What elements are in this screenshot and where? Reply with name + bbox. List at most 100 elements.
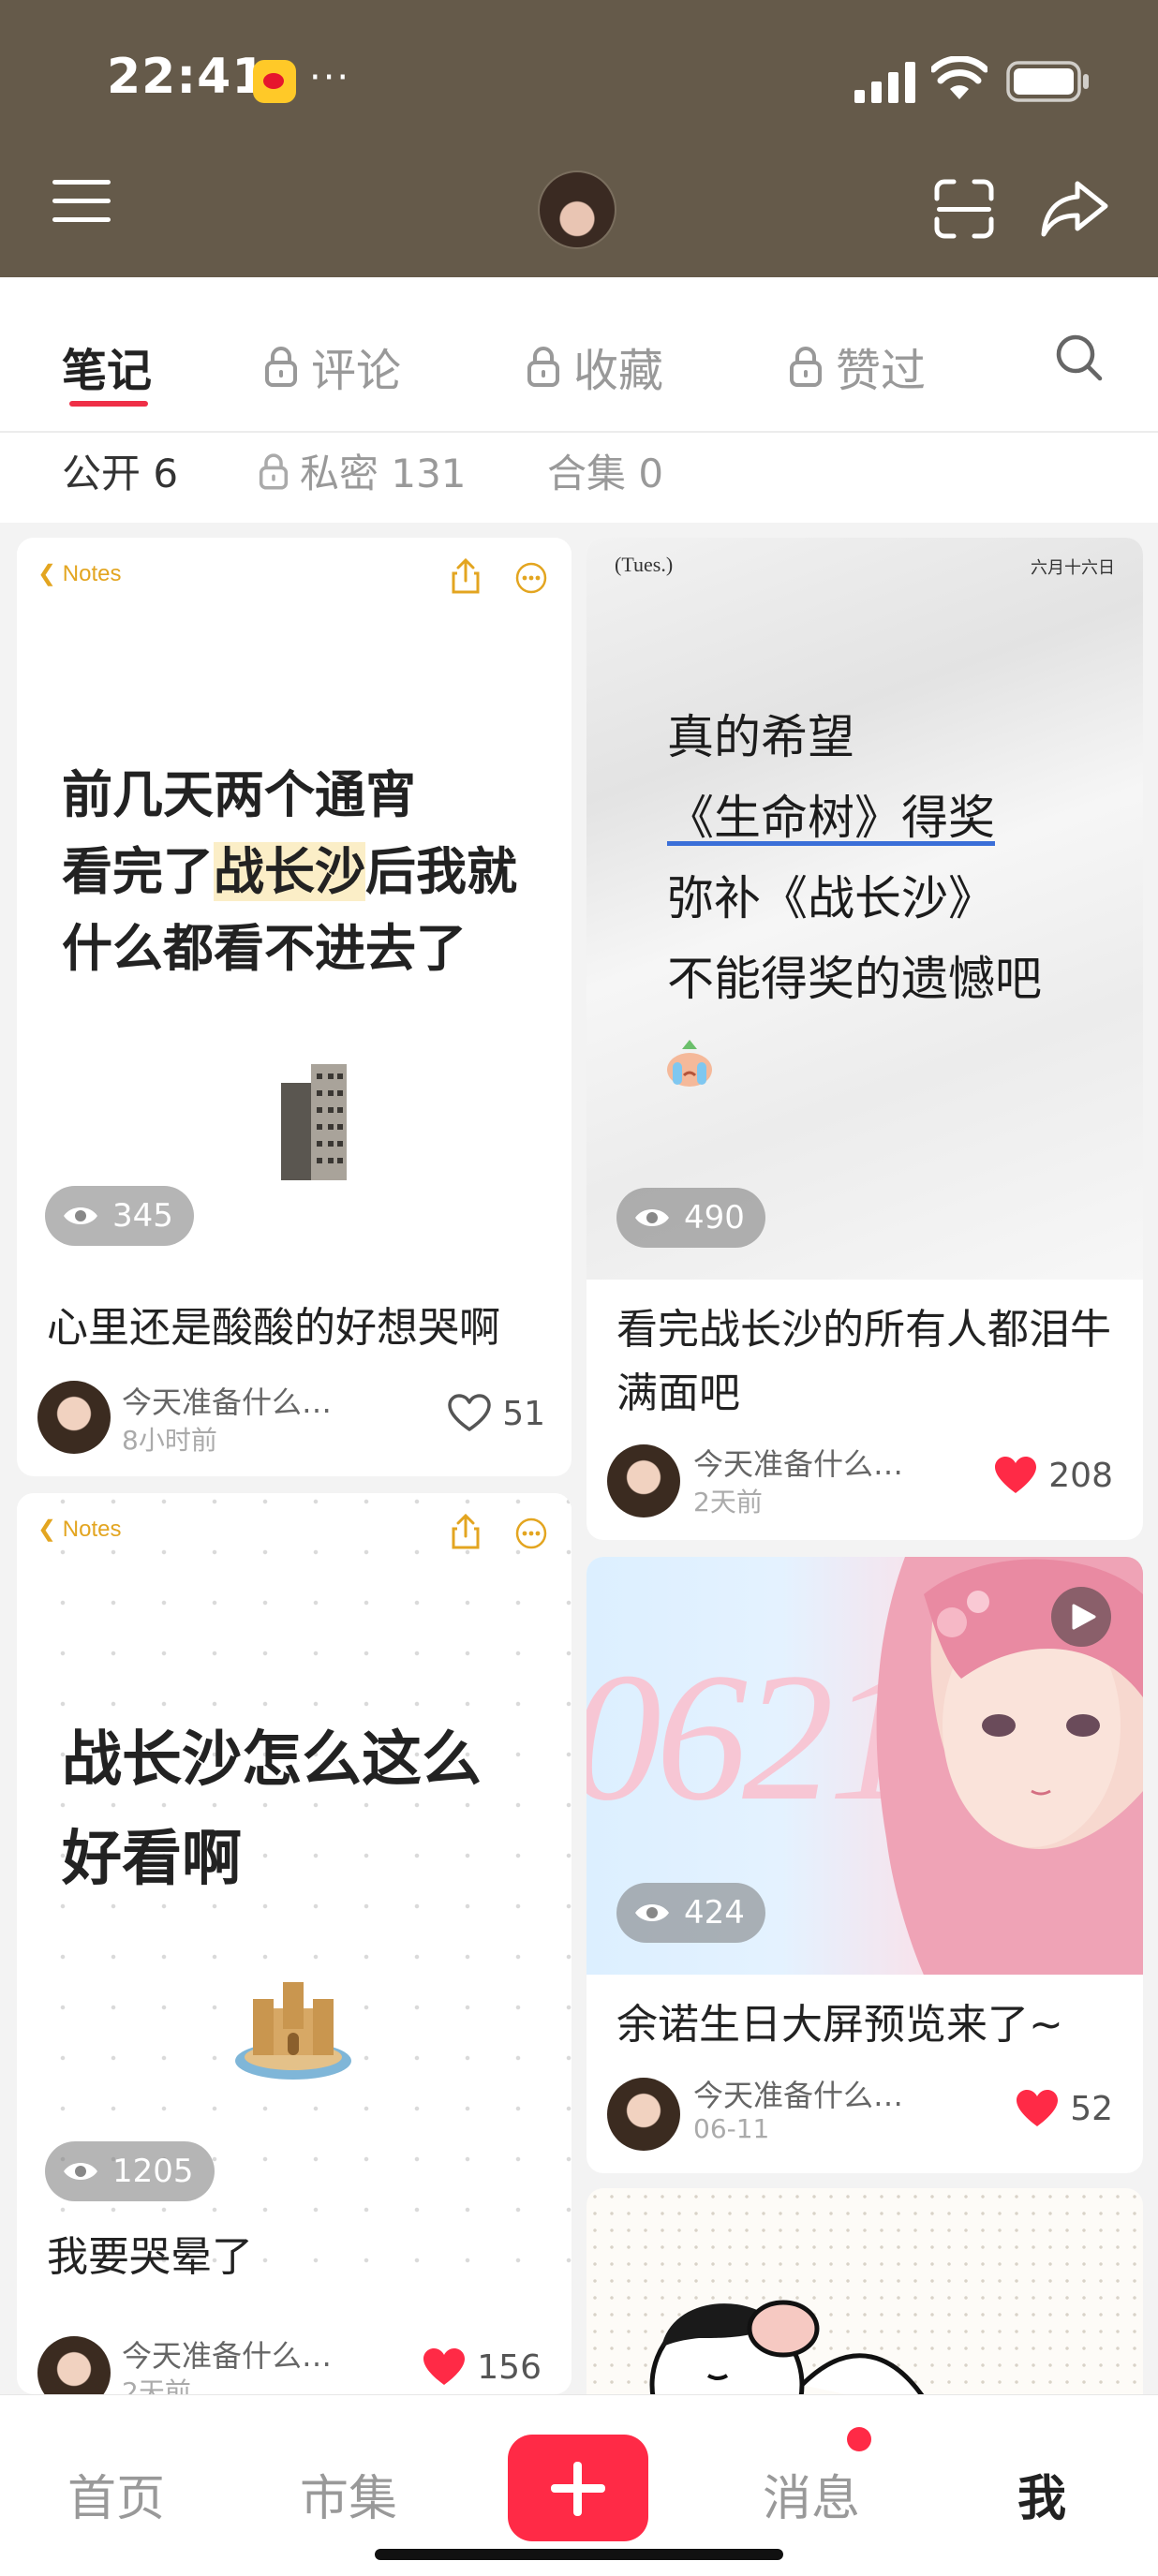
notes-more-icon [515, 1517, 547, 1549]
corner-weekday: (Tues.) [615, 553, 674, 576]
tab-label: 评论 [311, 345, 402, 397]
author-name[interactable]: 今天准备什么… [122, 2332, 332, 2376]
note-cover-image: 0621 424 [586, 1557, 1143, 1975]
note-card[interactable]: ❮ Notes 战长沙怎么这么 好看啊 1205 我要哭晕了 今天准备什么… 2… [17, 1493, 572, 2394]
weibo-notification-icon [253, 60, 296, 103]
eye-icon [64, 2163, 97, 2180]
eye-icon [635, 1209, 669, 1226]
menu-icon[interactable] [51, 178, 112, 225]
nav-messages[interactable]: 消息 [763, 2459, 860, 2529]
note-card[interactable]: (Tues.) 六月十六日 真的希望 《生命树》得奖 弥补《战长沙》 不能得奖的… [586, 538, 1143, 1540]
post-time: 8小时前 [122, 1425, 217, 1456]
note-cover-image: (Tues.) 六月十六日 真的希望 《生命树》得奖 弥补《战长沙》 不能得奖的… [586, 538, 1143, 1280]
heart-filled-icon [995, 1457, 1037, 1493]
create-post-button[interactable] [508, 2435, 648, 2541]
tab-label: 赞过 [836, 345, 927, 397]
view-count-badge: 424 [616, 1883, 765, 1943]
lock-icon [259, 452, 289, 490]
tab-favorites[interactable]: 收藏 [527, 333, 663, 399]
cover-big-text: 0621 [586, 1636, 920, 1839]
wifi-icon [931, 56, 987, 99]
notes-share-icon [452, 1514, 480, 1549]
heart-outline-icon [448, 1394, 491, 1431]
author-avatar[interactable] [607, 2078, 680, 2151]
status-time: 22:41 [107, 49, 267, 105]
nav-market[interactable]: 市集 [300, 2459, 397, 2529]
author-name[interactable]: 今天准备什么… [693, 2072, 903, 2115]
like-button[interactable]: 51 [448, 1394, 545, 1433]
heart-filled-icon [423, 2348, 466, 2385]
lock-icon [265, 347, 297, 387]
tab-liked[interactable]: 赞过 [789, 333, 926, 399]
profile-header: 22:41 ··· [0, 0, 1158, 277]
note-title: 我要哭晕了 [47, 2233, 253, 2281]
cartoon-sleeping-person-illustration [649, 2300, 936, 2413]
eye-icon [635, 1904, 669, 1921]
tab-label: 收藏 [573, 345, 664, 397]
play-icon [1072, 1604, 1096, 1630]
author-avatar[interactable] [37, 2336, 111, 2394]
like-button[interactable]: 208 [994, 1456, 1113, 1495]
subtab-public[interactable]: 公开 6 [62, 442, 178, 499]
note-cover-image: ❮ Notes 前几天两个通宵 看完了战长沙后我就 什么都看不进去了 345 [17, 538, 572, 1263]
sandcastle-emoji-icon [235, 1982, 351, 2080]
search-icon[interactable] [1053, 332, 1104, 382]
header-avatar[interactable] [538, 170, 616, 249]
home-indicator [375, 2549, 783, 2560]
view-count-badge: 1205 [45, 2141, 215, 2201]
note-title: 心里还是酸酸的好想哭啊 [47, 1304, 500, 1352]
eye-icon [64, 1207, 97, 1224]
crying-emoji-icon [667, 1040, 712, 1087]
battery-icon [1006, 61, 1089, 102]
lock-icon [790, 347, 822, 387]
like-button[interactable]: 52 [1016, 2089, 1113, 2128]
active-tab-indicator [69, 401, 148, 407]
notes-back-link: ❮ Notes [37, 1517, 122, 1542]
tab-label: 笔记 [62, 345, 153, 397]
corner-date: 六月十六日 [1031, 558, 1115, 578]
note-filter-subtabs: 公开 6 私密 131 合集 0 [0, 433, 1158, 523]
like-count: 52 [1070, 2089, 1113, 2128]
note-text: 战长沙怎么这么 好看啊 [62, 1725, 482, 1894]
heart-filled-icon [1017, 2090, 1059, 2126]
note-title: 看完战长沙的所有人都泪牛满面吧 [616, 1306, 1111, 1417]
subtab-label: 合集 0 [547, 451, 664, 496]
status-more-dots: ··· [309, 56, 351, 99]
author-name[interactable]: 今天准备什么… [122, 1379, 332, 1422]
view-count-badge: 345 [45, 1186, 194, 1246]
post-time: 2天前 [693, 1487, 763, 1517]
post-time: 06-11 [693, 2113, 770, 2144]
post-time: 2天前 [122, 2376, 191, 2394]
subtab-private[interactable]: 私密 131 [259, 442, 467, 499]
subtab-collections[interactable]: 合集 0 [547, 442, 663, 499]
notes-back-link: ❮ Notes [37, 561, 122, 586]
note-card[interactable]: ❮ Notes 前几天两个通宵 看完了战长沙后我就 什么都看不进去了 345 心… [17, 538, 572, 1476]
nav-home[interactable]: 首页 [67, 2459, 165, 2529]
like-count: 156 [477, 2347, 542, 2387]
notes-more-icon [515, 562, 547, 594]
note-card[interactable]: 0621 424 余诺生日大屏预览来了~ 今天准备什么… 06-11 52 [586, 1557, 1143, 2173]
scan-icon[interactable] [933, 178, 995, 240]
note-title: 余诺生日大屏预览来了~ [616, 2001, 1063, 2049]
note-text: 真的希望 《生命树》得奖 弥补《战长沙》 不能得奖的遗憾吧 [667, 710, 1042, 1006]
profile-tabs: 笔记 评论 收藏 赞过 [0, 277, 1158, 433]
cellular-signal-icon [854, 62, 915, 103]
subtab-label: 私密 131 [300, 451, 467, 496]
like-count: 208 [1048, 1456, 1113, 1495]
note-text: 前几天两个通宵 看完了战长沙后我就 什么都看不进去了 [62, 765, 517, 978]
bottom-navigation: 首页 市集 消息 我 [0, 2394, 1158, 2576]
lock-icon [527, 347, 559, 387]
view-count-badge: 490 [616, 1188, 765, 1248]
author-avatar[interactable] [607, 1444, 680, 1517]
tab-comments[interactable]: 评论 [264, 333, 401, 399]
tab-notes[interactable]: 笔记 [62, 333, 152, 399]
author-avatar[interactable] [37, 1381, 111, 1454]
author-name[interactable]: 今天准备什么… [693, 1441, 903, 1484]
nav-me[interactable]: 我 [1017, 2459, 1066, 2529]
subtab-label: 公开 6 [62, 451, 179, 496]
video-play-button[interactable] [1051, 1587, 1111, 1647]
message-badge [847, 2427, 871, 2451]
share-icon[interactable] [1040, 178, 1109, 240]
note-cover-image: ❮ Notes 战长沙怎么这么 好看啊 1205 [17, 1493, 572, 2280]
like-button[interactable]: 156 [423, 2347, 542, 2387]
